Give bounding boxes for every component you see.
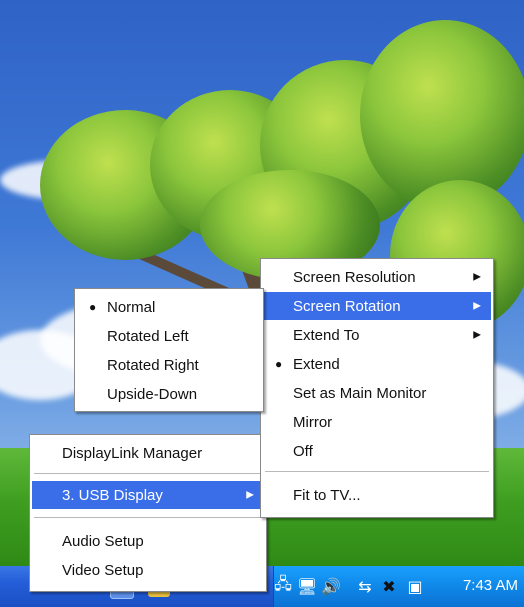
menu-item-mirror[interactable]: Mirror: [263, 408, 491, 436]
menu-item-fit-to-tv[interactable]: Fit to TV...: [263, 481, 491, 509]
menu-item-screen-resolution[interactable]: Screen Resolution ▶: [263, 263, 491, 291]
menu-item-set-as-main-monitor[interactable]: Set as Main Monitor: [263, 379, 491, 407]
menu-item-usb-display[interactable]: 3. USB Display ▶: [32, 481, 264, 509]
menu-separator: [34, 517, 262, 519]
menu-separator: [265, 471, 489, 473]
usb-icon[interactable]: ⇆: [354, 575, 376, 597]
menu-item-video-setup[interactable]: Video Setup: [32, 556, 264, 584]
menu-item-screen-rotation[interactable]: Screen Rotation ▶: [263, 292, 491, 320]
menu-item-rotated-right[interactable]: Rotated Right: [77, 351, 261, 379]
radio-bullet-icon: ●: [89, 300, 97, 314]
volume-icon[interactable]: 🔊: [320, 575, 342, 597]
submenu-arrow-icon: ▶: [246, 489, 254, 501]
menu-item-extend-to[interactable]: Extend To ▶: [263, 321, 491, 349]
menu-item-off[interactable]: Off: [263, 437, 491, 465]
menu-item-displaylink-manager[interactable]: DisplayLink Manager: [32, 439, 264, 467]
taskbar-clock[interactable]: 7:43 AM: [463, 577, 518, 594]
displaylink-icon[interactable]: 🖥: [296, 575, 318, 597]
menu-item-normal[interactable]: ● Normal: [77, 293, 261, 321]
submenu-arrow-icon: ▶: [473, 271, 481, 283]
menu-item-upside-down[interactable]: Upside-Down: [77, 380, 261, 408]
submenu-arrow-icon: ▶: [473, 329, 481, 341]
displaylink-menu: DisplayLink Manager 3. USB Display ▶ Aud…: [29, 434, 267, 592]
screen-rotation-submenu: ● Normal Rotated Left Rotated Right Upsi…: [74, 288, 264, 412]
menu-item-audio-setup[interactable]: Audio Setup: [32, 527, 264, 555]
monitor-icon[interactable]: ▣: [404, 575, 426, 597]
submenu-arrow-icon: ▶: [473, 300, 481, 312]
safely-remove-icon[interactable]: ✖: [378, 575, 400, 597]
network-icon[interactable]: 🖧: [272, 574, 294, 597]
menu-item-extend[interactable]: ● Extend: [263, 350, 491, 378]
usb-display-submenu: Screen Resolution ▶ Screen Rotation ▶ Ex…: [260, 258, 494, 518]
menu-separator: [34, 473, 262, 475]
radio-bullet-icon: ●: [275, 357, 283, 371]
menu-item-rotated-left[interactable]: Rotated Left: [77, 322, 261, 350]
